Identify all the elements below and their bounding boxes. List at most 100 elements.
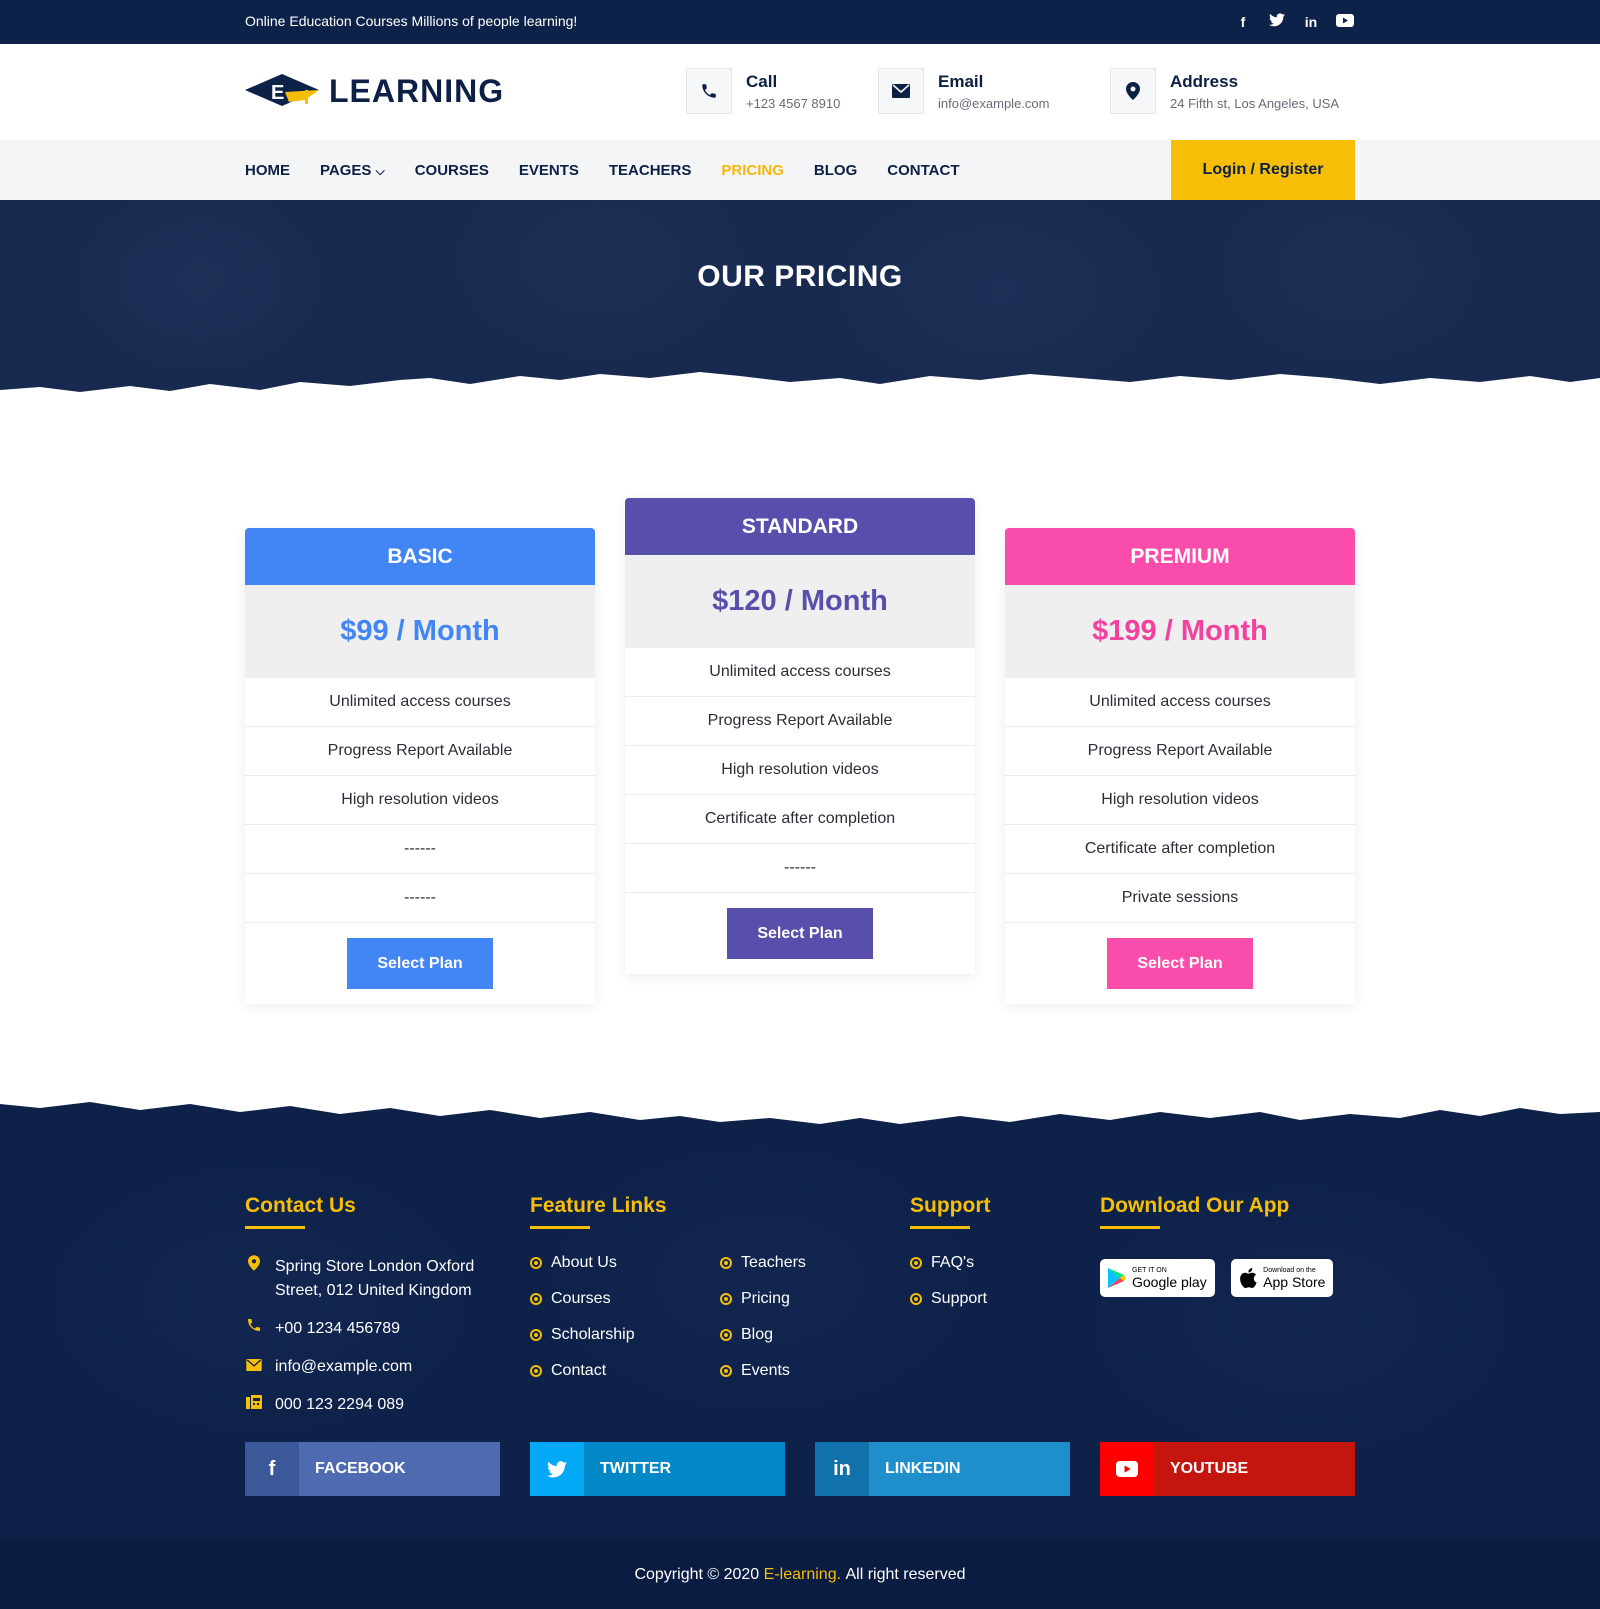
plan-feature: ------ [245,874,595,923]
bullet-icon [720,1257,732,1269]
footer-support-title: Support [910,1194,991,1217]
nav-events[interactable]: EVENTS [519,162,579,179]
select-plan-premium-button[interactable]: Select Plan [1107,938,1253,989]
nav-teachers[interactable]: TEACHERS [609,162,692,179]
call-value[interactable]: +123 4567 8910 [746,96,840,111]
plan-feature: High resolution videos [245,776,595,825]
twitter-icon [530,1442,584,1496]
footer-link-label: Events [741,1362,790,1379]
address-line-1: Spring Store London Oxford [275,1258,475,1275]
select-plan-basic-button[interactable]: Select Plan [347,938,493,989]
footer-link-blog[interactable]: Blog [720,1317,890,1353]
footer-email: info@example.com [245,1355,505,1379]
top-social-links: f in [1233,12,1355,32]
pricing-card-standard: STANDARD $120 / Month Unlimited access c… [625,498,975,974]
bullet-icon [530,1329,542,1341]
google-play-big-text: Google play [1132,1273,1207,1290]
email-value[interactable]: info@example.com [938,96,1049,111]
facebook-icon[interactable]: f [1233,12,1253,32]
footer-fax: 000 123 2294 089 [245,1393,505,1417]
footer-link-scholarship[interactable]: Scholarship [530,1317,720,1353]
email-title: Email [938,71,984,91]
main-nav: HOME PAGES ⌵ COURSES EVENTS TEACHERS PRI… [0,140,1600,200]
nav-pages-label: PAGES [320,161,372,179]
footer-app-title: Download Our App [1100,1194,1290,1217]
footer-link-label: Scholarship [551,1326,635,1343]
pricing-card-premium: PREMIUM $199 / Month Unlimited access co… [1005,528,1355,1004]
address-info: Address 24 Fifth st, Los Angeles, USA [1110,68,1339,114]
youtube-button[interactable]: YOUTUBE [1100,1442,1355,1496]
google-play-icon [1108,1268,1126,1288]
twitter-icon[interactable] [1267,12,1287,32]
footer-email-value[interactable]: info@example.com [275,1355,412,1379]
svg-text:E: E [271,82,284,104]
nav-home[interactable]: HOME [245,162,290,179]
nav-blog[interactable]: BLOG [814,162,857,179]
footer-address: Spring Store London Oxford Street, 012 U… [245,1255,505,1303]
linkedin-icon: in [815,1442,869,1496]
site-logo[interactable]: E LEARNING [245,72,504,110]
bullet-icon [530,1257,542,1269]
footer-feature-links-title: Feature Links [530,1194,667,1217]
graduation-cap-logo-icon: E [245,72,319,110]
bullet-icon [720,1293,732,1305]
google-play-badge[interactable]: GET IT ON Google play [1100,1259,1215,1297]
chevron-down-icon: ⌵ [375,163,385,178]
brand-link[interactable]: E-learning. [764,1566,841,1584]
footer-link-faq[interactable]: FAQ's [910,1245,1070,1281]
phone-icon [245,1317,263,1341]
app-store-badge[interactable]: Download on the App Store [1231,1259,1334,1297]
call-info: Call +123 4567 8910 [686,68,840,114]
plan-feature: Progress Report Available [1005,727,1355,776]
plan-feature: Progress Report Available [245,727,595,776]
plan-action-row: Select Plan [245,923,595,1004]
footer-link-teachers[interactable]: Teachers [720,1245,890,1281]
title-underline [530,1226,590,1229]
plan-price: $199 / Month [1005,585,1355,678]
linkedin-button[interactable]: in LINKEDIN [815,1442,1070,1496]
nav-pages[interactable]: PAGES ⌵ [320,162,385,179]
map-marker-icon [1110,68,1156,114]
nav-pricing[interactable]: PRICING [721,162,784,179]
footer-link-contact[interactable]: Contact [530,1353,720,1389]
plan-feature: Unlimited access courses [625,648,975,697]
fax-icon [245,1393,263,1417]
footer-fax-value: 000 123 2294 089 [275,1396,405,1413]
bullet-icon [910,1293,922,1305]
plan-feature: Certificate after completion [625,795,975,844]
footer-link-about-us[interactable]: About Us [530,1245,720,1281]
twitter-button[interactable]: TWITTER [530,1442,785,1496]
bullet-icon [720,1365,732,1377]
footer-link-courses[interactable]: Courses [530,1281,720,1317]
youtube-icon [1100,1442,1154,1496]
footer-link-label: Courses [551,1290,611,1307]
footer-link-label: About Us [551,1254,617,1271]
footer-phone-value[interactable]: +00 1234 456789 [275,1317,400,1341]
page-title: OUR PRICING [697,260,903,293]
bullet-icon [530,1365,542,1377]
plan-name: BASIC [245,528,595,585]
footer-torn-edge-divider [0,1090,1600,1124]
footer-link-label: Blog [741,1326,774,1343]
footer-link-pricing[interactable]: Pricing [720,1281,890,1317]
apple-icon [1240,1267,1257,1289]
nav-courses[interactable]: COURSES [415,162,489,179]
footer-link-events[interactable]: Events [720,1353,890,1389]
login-register-button[interactable]: Login / Register [1171,140,1355,200]
nav-contact[interactable]: CONTACT [887,162,959,179]
footer-contact-title: Contact Us [245,1194,356,1217]
select-plan-standard-button[interactable]: Select Plan [727,908,873,959]
footer-link-support[interactable]: Support [910,1281,1070,1317]
footer-app-column: Download Our App GET IT ON Google play Do… [1100,1194,1355,1297]
linkedin-icon[interactable]: in [1301,12,1321,32]
plan-feature: ------ [245,825,595,874]
logo-text: LEARNING [329,72,505,109]
plan-feature: High resolution videos [1005,776,1355,825]
phone-icon [686,68,732,114]
facebook-button[interactable]: f FACEBOOK [245,1442,500,1496]
footer-link-label: Contact [551,1362,607,1379]
title-underline [910,1226,970,1229]
youtube-icon[interactable] [1335,12,1355,32]
plan-feature: Private sessions [1005,874,1355,923]
title-underline [245,1226,305,1229]
